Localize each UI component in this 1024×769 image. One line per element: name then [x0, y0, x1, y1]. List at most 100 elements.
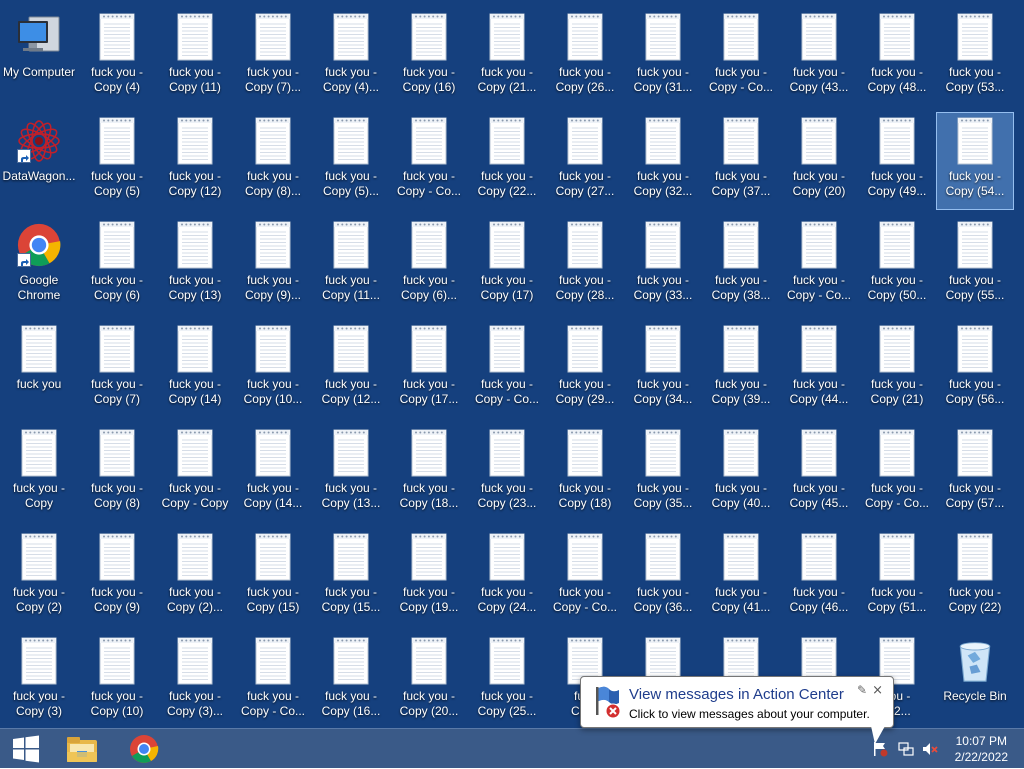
desktop-icon[interactable]: fuck you - Copy (41...	[702, 528, 780, 626]
desktop-icon[interactable]: fuck you - Copy (5)...	[312, 112, 390, 210]
desktop-icon[interactable]: fuck you - Copy (10...	[234, 320, 312, 418]
desktop[interactable]: My Computer DataWagon... Google Chrome fuck…	[0, 0, 1024, 728]
desktop-icon[interactable]: fuck you - Copy (11...	[312, 216, 390, 314]
desktop-icon[interactable]: fuck you - Copy (14)	[156, 320, 234, 418]
desktop-icon[interactable]: fuck you - Copy (51...	[858, 528, 936, 626]
desktop-icon[interactable]: fuck you - Copy (31...	[624, 8, 702, 106]
desktop-icon[interactable]: fuck you - Copy (23...	[468, 424, 546, 522]
desktop-icon[interactable]: fuck you - Copy (33...	[624, 216, 702, 314]
text-file-icon	[405, 429, 453, 477]
desktop-icon[interactable]: fuck you - Copy (53...	[936, 8, 1014, 106]
desktop-icon[interactable]: fuck you - Copy (5)	[78, 112, 156, 210]
desktop-icon[interactable]: fuck you - Copy - Co...	[702, 8, 780, 106]
desktop-icon[interactable]: fuck you - Copy (50...	[858, 216, 936, 314]
desktop-icon[interactable]: fuck you - Copy (26...	[546, 8, 624, 106]
desktop-icon[interactable]: fuck you - Copy - Co...	[390, 112, 468, 210]
desktop-icon[interactable]: fuck you - Copy (4)	[78, 8, 156, 106]
desktop-icon[interactable]: fuck you - Copy (12)	[156, 112, 234, 210]
taskbar-clock[interactable]: 10:07 PM 2/22/2022	[955, 733, 1008, 765]
desktop-icon[interactable]: fuck you - Copy (14...	[234, 424, 312, 522]
desktop-icon[interactable]: fuck you - Copy (13)	[156, 216, 234, 314]
desktop-icon[interactable]: fuck you - Copy (22)	[936, 528, 1014, 626]
desktop-icon[interactable]: fuck you - Copy (35...	[624, 424, 702, 522]
desktop-icon[interactable]: fuck you - Copy (17)	[468, 216, 546, 314]
desktop-icon[interactable]: fuck you - Copy (17...	[390, 320, 468, 418]
desktop-icon[interactable]: fuck you - Copy (3)	[0, 632, 78, 730]
desktop-icon[interactable]: fuck you - Copy (13...	[312, 424, 390, 522]
desktop-icon[interactable]: fuck you - Copy (11)	[156, 8, 234, 106]
desktop-icon[interactable]: fuck you - Copy (27...	[546, 112, 624, 210]
desktop-icon[interactable]: fuck you - Copy (15...	[312, 528, 390, 626]
desktop-icon[interactable]: fuck you - Copy (22...	[468, 112, 546, 210]
desktop-icon[interactable]: Google Chrome	[0, 216, 78, 314]
desktop-icon[interactable]: fuck you - Copy (36...	[624, 528, 702, 626]
desktop-icon[interactable]: fuck you - Copy (18)	[546, 424, 624, 522]
desktop-icon[interactable]: fuck you - Copy (16...	[312, 632, 390, 730]
text-file-icon	[249, 117, 297, 165]
desktop-icon[interactable]: fuck you - Copy (2)	[0, 528, 78, 626]
desktop-icon[interactable]: fuck you - Copy (3)...	[156, 632, 234, 730]
desktop-icon[interactable]: fuck you - Copy - Copy	[156, 424, 234, 522]
desktop-icon[interactable]: fuck you - Copy (18...	[390, 424, 468, 522]
desktop-icon[interactable]: My Computer	[0, 8, 78, 106]
desktop-icon[interactable]: fuck you - Copy (46...	[780, 528, 858, 626]
desktop-icon[interactable]: fuck you - Copy (9)...	[234, 216, 312, 314]
desktop-icon[interactable]: fuck you - Copy (7)	[78, 320, 156, 418]
desktop-icon[interactable]: fuck you - Copy (16)	[390, 8, 468, 106]
desktop-icon[interactable]: fuck you - Copy - Co...	[546, 528, 624, 626]
desktop-icon[interactable]: fuck you - Copy (6)	[78, 216, 156, 314]
desktop-icon[interactable]: fuck you - Copy - Co...	[234, 632, 312, 730]
desktop-icon[interactable]: fuck you - Copy (55...	[936, 216, 1014, 314]
desktop-icon[interactable]: fuck you - Copy (38...	[702, 216, 780, 314]
desktop-icon[interactable]: fuck you - Copy (39...	[702, 320, 780, 418]
file-explorer-button[interactable]	[56, 729, 108, 769]
desktop-icon[interactable]: fuck you - Copy (19...	[390, 528, 468, 626]
desktop-icon-label: fuck you - Copy (8)	[90, 481, 144, 510]
desktop-icon[interactable]: fuck you - Copy - Co...	[780, 216, 858, 314]
desktop-icon[interactable]: fuck you - Copy (8)...	[234, 112, 312, 210]
desktop-icon[interactable]: fuck you - Copy (54...	[936, 112, 1014, 210]
desktop-icon[interactable]: fuck you - Copy (45...	[780, 424, 858, 522]
desktop-icon[interactable]: fuck you - Copy (34...	[624, 320, 702, 418]
start-button[interactable]	[0, 729, 52, 769]
balloon-close-button[interactable]: ×	[872, 683, 883, 698]
action-center-balloon[interactable]: View messages in Action Center Click to …	[580, 676, 894, 744]
desktop-icon[interactable]: fuck you - Copy (7)...	[234, 8, 312, 106]
desktop-icon[interactable]: fuck you - Copy (12...	[312, 320, 390, 418]
balloon-options-icon[interactable]: ✎	[857, 683, 867, 697]
network-tray[interactable]	[898, 741, 914, 757]
balloon-title[interactable]: View messages in Action Center	[629, 686, 844, 703]
desktop-icon[interactable]: fuck you	[0, 320, 78, 418]
desktop-icon[interactable]: fuck you - Copy	[0, 424, 78, 522]
desktop-icon[interactable]: fuck you - Copy (37...	[702, 112, 780, 210]
desktop-icon[interactable]: fuck you - Copy (24...	[468, 528, 546, 626]
desktop-icon[interactable]: fuck you - Copy (6)...	[390, 216, 468, 314]
desktop-icon[interactable]: fuck you - Copy (29...	[546, 320, 624, 418]
desktop-icon[interactable]: fuck you - Copy (20...	[390, 632, 468, 730]
desktop-icon[interactable]: fuck you - Copy (9)	[78, 528, 156, 626]
desktop-icon[interactable]: fuck you - Copy (15)	[234, 528, 312, 626]
desktop-icon[interactable]: fuck you - Copy (25...	[468, 632, 546, 730]
chrome-taskbar-button[interactable]	[118, 729, 170, 769]
desktop-icon[interactable]: fuck you - Copy (48...	[858, 8, 936, 106]
desktop-icon[interactable]: fuck you - Copy (10)	[78, 632, 156, 730]
desktop-icon[interactable]: fuck you - Copy (8)	[78, 424, 156, 522]
desktop-icon[interactable]: fuck you - Copy (57...	[936, 424, 1014, 522]
desktop-icon[interactable]: fuck you - Copy (49...	[858, 112, 936, 210]
desktop-icon[interactable]: fuck you - Copy (2)...	[156, 528, 234, 626]
desktop-icon[interactable]: fuck you - Copy (21...	[468, 8, 546, 106]
volume-tray[interactable]	[922, 741, 938, 757]
desktop-icon[interactable]: fuck you - Copy - Co...	[858, 424, 936, 522]
desktop-icon[interactable]: fuck you - Copy (21)	[858, 320, 936, 418]
desktop-icon[interactable]: fuck you - Copy (44...	[780, 320, 858, 418]
desktop-icon[interactable]: fuck you - Copy (56...	[936, 320, 1014, 418]
desktop-icon[interactable]: fuck you - Copy - Co...	[468, 320, 546, 418]
desktop-icon[interactable]: fuck you - Copy (40...	[702, 424, 780, 522]
desktop-icon[interactable]: fuck you - Copy (4)...	[312, 8, 390, 106]
desktop-icon[interactable]: fuck you - Copy (32...	[624, 112, 702, 210]
desktop-icon[interactable]: fuck you - Copy (43...	[780, 8, 858, 106]
desktop-icon[interactable]: Recycle Bin	[936, 632, 1014, 730]
desktop-icon[interactable]: DataWagon...	[0, 112, 78, 210]
desktop-icon[interactable]: fuck you - Copy (20)	[780, 112, 858, 210]
desktop-icon[interactable]: fuck you - Copy (28...	[546, 216, 624, 314]
